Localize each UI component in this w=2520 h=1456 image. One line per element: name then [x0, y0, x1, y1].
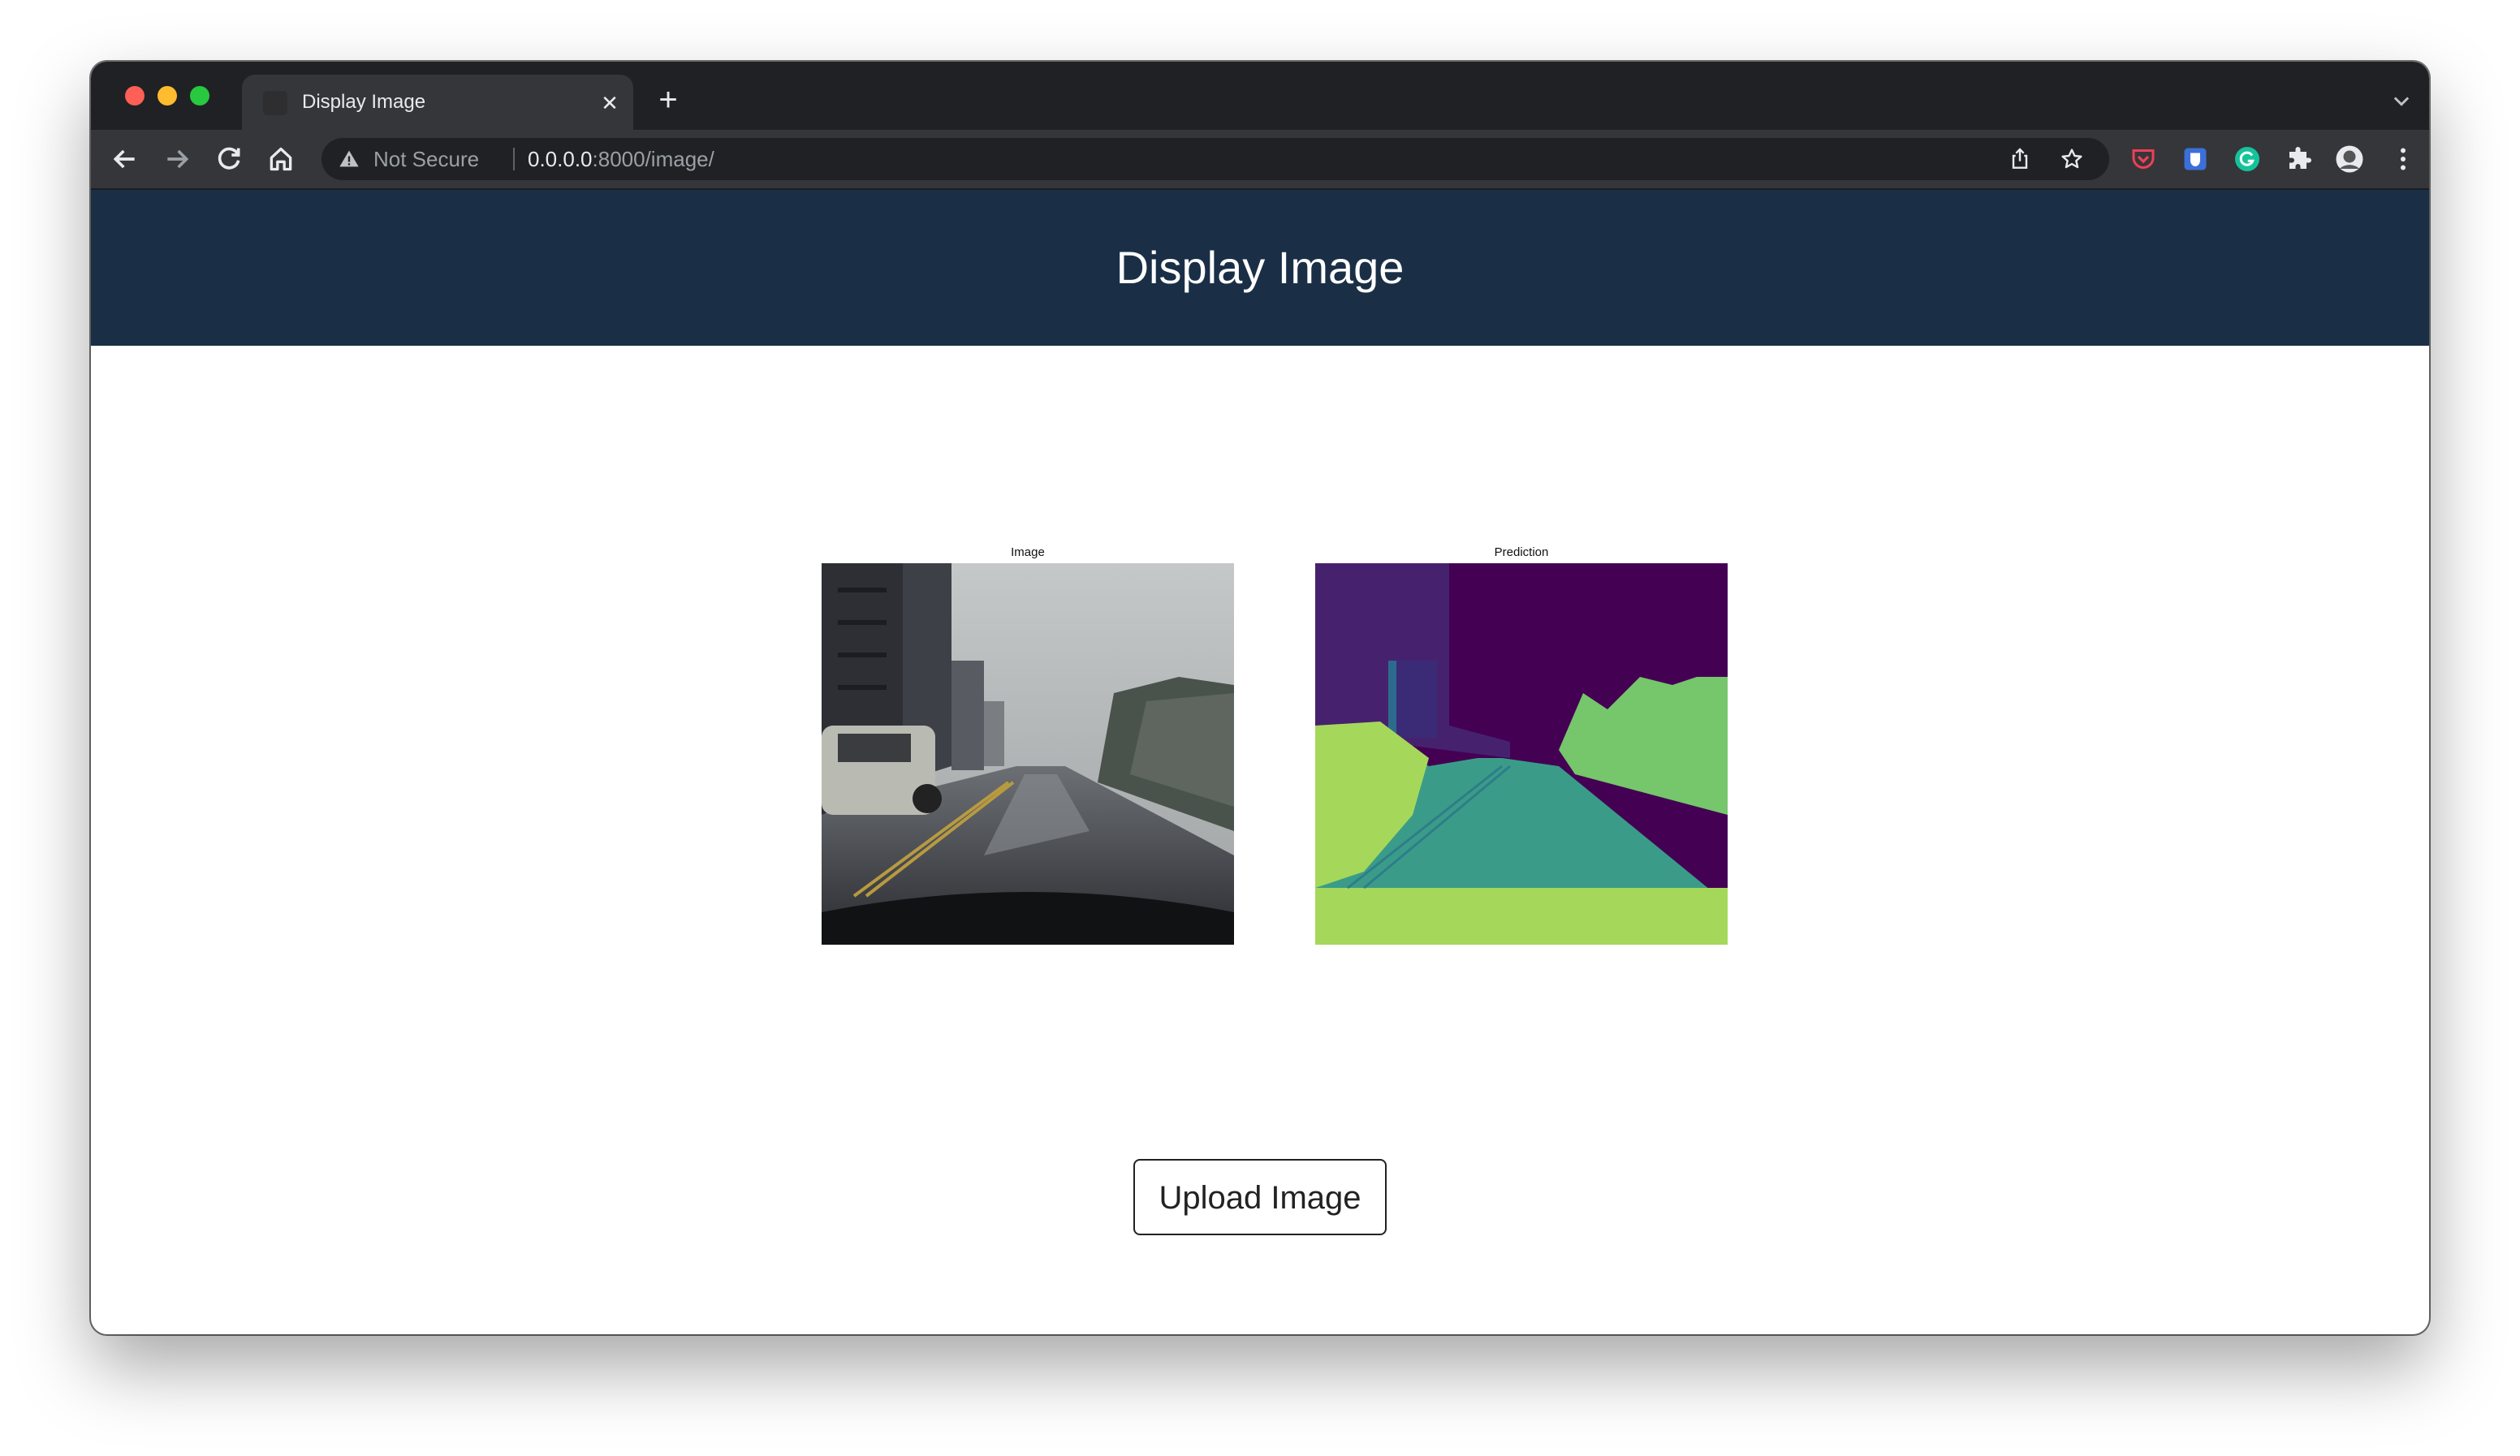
url-text[interactable]: 0.0.0.0:8000/image/: [528, 148, 714, 170]
prediction-figure: Prediction: [1315, 545, 1728, 945]
warning-triangle-icon[interactable]: [338, 148, 360, 170]
input-street-photo: [822, 563, 1234, 945]
prediction-caption: Prediction: [1494, 545, 1549, 559]
input-image-caption: Image: [1011, 545, 1045, 559]
extensions-puzzle-icon[interactable]: [2285, 144, 2314, 174]
browser-toolbar: Not Secure 0.0.0.0:8000/image/: [91, 130, 2429, 190]
forward-button[interactable]: [161, 143, 193, 175]
page-title: Display Image: [1115, 242, 1405, 293]
tab-strip: Display Image ✕ +: [91, 62, 2429, 130]
new-tab-button[interactable]: +: [653, 84, 684, 116]
browser-window: Display Image ✕ + Not Secure 0.0.0.0:800…: [91, 62, 2429, 1334]
segmentation-mask: [1315, 563, 1728, 945]
window-maximize-button[interactable]: [190, 86, 209, 106]
browser-menu-kebab-icon[interactable]: [2388, 144, 2418, 174]
pocket-extension-icon[interactable]: [2129, 144, 2158, 174]
browser-tab-active[interactable]: Display Image ✕: [242, 75, 633, 130]
url-host: 0.0.0.0: [528, 147, 593, 171]
address-bar[interactable]: Not Secure 0.0.0.0:8000/image/: [321, 138, 2109, 180]
home-button[interactable]: [265, 143, 297, 175]
reload-button[interactable]: [213, 143, 245, 175]
forward-arrow-icon: [167, 149, 189, 169]
back-button[interactable]: [109, 143, 141, 175]
profile-avatar-icon[interactable]: [2335, 144, 2364, 174]
not-secure-label[interactable]: Not Secure: [373, 148, 479, 170]
url-separator: [513, 148, 515, 170]
tab-favicon-icon: [263, 91, 287, 115]
upload-image-button[interactable]: Upload Image: [1133, 1159, 1387, 1235]
bookmark-star-icon[interactable]: [2059, 146, 2085, 172]
window-close-button[interactable]: [125, 86, 145, 106]
back-arrow-icon: [113, 149, 135, 169]
bitwarden-extension-icon[interactable]: [2181, 144, 2210, 174]
tab-title: Display Image: [302, 91, 426, 113]
share-icon[interactable]: [2007, 146, 2033, 172]
url-path: :8000/image/: [592, 147, 714, 171]
input-image-figure: Image: [822, 545, 1234, 945]
tab-close-icon[interactable]: ✕: [599, 93, 620, 114]
grammarly-extension-icon[interactable]: [2233, 144, 2262, 174]
page-header: Display Image: [91, 190, 2429, 346]
tab-search-chevron-icon[interactable]: [2390, 89, 2413, 112]
home-icon: [270, 147, 292, 171]
window-minimize-button[interactable]: [158, 86, 177, 106]
reload-icon: [218, 147, 240, 170]
